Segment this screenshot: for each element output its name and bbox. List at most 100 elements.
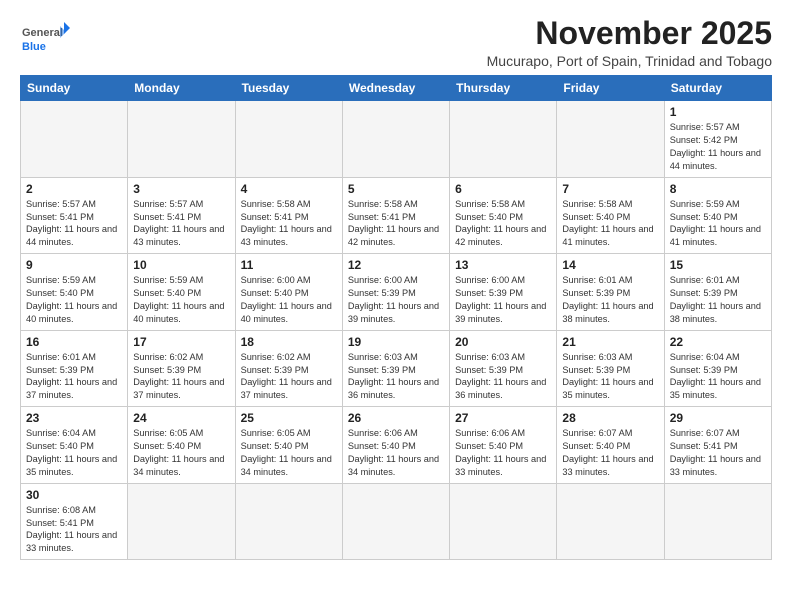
calendar-cell: 22 Sunrise: 6:04 AMSunset: 5:39 PMDayligh… bbox=[664, 330, 771, 407]
day-number: 24 bbox=[133, 411, 229, 425]
calendar-cell bbox=[342, 101, 449, 178]
calendar-cell: 17 Sunrise: 6:02 AMSunset: 5:39 PMDayligh… bbox=[128, 330, 235, 407]
day-info: Sunrise: 6:07 AMSunset: 5:40 PMDaylight:… bbox=[562, 427, 658, 479]
calendar-cell: 15 Sunrise: 6:01 AMSunset: 5:39 PMDayligh… bbox=[664, 254, 771, 331]
day-number: 14 bbox=[562, 258, 658, 272]
calendar-week-row: 2 Sunrise: 5:57 AMSunset: 5:41 PMDaylight… bbox=[21, 177, 772, 254]
day-number: 29 bbox=[670, 411, 766, 425]
day-number: 20 bbox=[455, 335, 551, 349]
day-number: 6 bbox=[455, 182, 551, 196]
calendar-cell: 11 Sunrise: 6:00 AMSunset: 5:40 PMDayligh… bbox=[235, 254, 342, 331]
day-info: Sunrise: 5:57 AMSunset: 5:41 PMDaylight:… bbox=[26, 198, 122, 250]
day-number: 13 bbox=[455, 258, 551, 272]
calendar-cell: 14 Sunrise: 6:01 AMSunset: 5:39 PMDayligh… bbox=[557, 254, 664, 331]
day-number: 11 bbox=[241, 258, 337, 272]
day-info: Sunrise: 6:03 AMSunset: 5:39 PMDaylight:… bbox=[348, 351, 444, 403]
logo: General Blue bbox=[20, 20, 70, 60]
calendar-cell bbox=[664, 483, 771, 560]
calendar-cell: 12 Sunrise: 6:00 AMSunset: 5:39 PMDayligh… bbox=[342, 254, 449, 331]
day-info: Sunrise: 6:02 AMSunset: 5:39 PMDaylight:… bbox=[133, 351, 229, 403]
day-info: Sunrise: 5:58 AMSunset: 5:41 PMDaylight:… bbox=[241, 198, 337, 250]
calendar-cell bbox=[235, 483, 342, 560]
calendar-cell bbox=[128, 483, 235, 560]
month-title: November 2025 bbox=[487, 16, 772, 51]
calendar-cell bbox=[557, 483, 664, 560]
calendar-table: SundayMondayTuesdayWednesdayThursdayFrid… bbox=[20, 75, 772, 560]
day-info: Sunrise: 5:59 AMSunset: 5:40 PMDaylight:… bbox=[133, 274, 229, 326]
calendar-cell: 6 Sunrise: 5:58 AMSunset: 5:40 PMDaylight… bbox=[450, 177, 557, 254]
day-number: 19 bbox=[348, 335, 444, 349]
day-number: 28 bbox=[562, 411, 658, 425]
day-info: Sunrise: 6:05 AMSunset: 5:40 PMDaylight:… bbox=[241, 427, 337, 479]
day-number: 30 bbox=[26, 488, 122, 502]
page-header: General Blue November 2025 Mucurapo, Por… bbox=[20, 16, 772, 69]
calendar-week-row: 30Sunrise: 6:08 AMSunset: 5:41 PMDayligh… bbox=[21, 483, 772, 560]
day-info: Sunrise: 6:06 AMSunset: 5:40 PMDaylight:… bbox=[455, 427, 551, 479]
weekday-header-sunday: Sunday bbox=[21, 76, 128, 101]
calendar-cell: 24Sunrise: 6:05 AMSunset: 5:40 PMDayligh… bbox=[128, 407, 235, 484]
day-info: Sunrise: 6:00 AMSunset: 5:39 PMDaylight:… bbox=[348, 274, 444, 326]
day-info: Sunrise: 6:04 AMSunset: 5:40 PMDaylight:… bbox=[26, 427, 122, 479]
day-number: 10 bbox=[133, 258, 229, 272]
calendar-cell: 27 Sunrise: 6:06 AMSunset: 5:40 PMDayligh… bbox=[450, 407, 557, 484]
day-number: 23 bbox=[26, 411, 122, 425]
day-info: Sunrise: 5:58 AMSunset: 5:40 PMDaylight:… bbox=[562, 198, 658, 250]
day-info: Sunrise: 6:01 AMSunset: 5:39 PMDaylight:… bbox=[562, 274, 658, 326]
calendar-cell: 16 Sunrise: 6:01 AMSunset: 5:39 PMDayligh… bbox=[21, 330, 128, 407]
location-subtitle: Mucurapo, Port of Spain, Trinidad and To… bbox=[487, 53, 772, 69]
calendar-cell: 5 Sunrise: 5:58 AMSunset: 5:41 PMDaylight… bbox=[342, 177, 449, 254]
day-number: 5 bbox=[348, 182, 444, 196]
day-number: 15 bbox=[670, 258, 766, 272]
day-info: Sunrise: 5:58 AMSunset: 5:41 PMDaylight:… bbox=[348, 198, 444, 250]
logo-svg: General Blue bbox=[20, 20, 70, 60]
day-info: Sunrise: 5:57 AMSunset: 5:41 PMDaylight:… bbox=[133, 198, 229, 250]
calendar-cell: 30Sunrise: 6:08 AMSunset: 5:41 PMDayligh… bbox=[21, 483, 128, 560]
calendar-cell: 2 Sunrise: 5:57 AMSunset: 5:41 PMDaylight… bbox=[21, 177, 128, 254]
day-info: Sunrise: 6:01 AMSunset: 5:39 PMDaylight:… bbox=[670, 274, 766, 326]
weekday-header-saturday: Saturday bbox=[664, 76, 771, 101]
day-number: 12 bbox=[348, 258, 444, 272]
day-number: 4 bbox=[241, 182, 337, 196]
day-number: 25 bbox=[241, 411, 337, 425]
day-number: 26 bbox=[348, 411, 444, 425]
day-info: Sunrise: 6:02 AMSunset: 5:39 PMDaylight:… bbox=[241, 351, 337, 403]
day-number: 2 bbox=[26, 182, 122, 196]
day-info: Sunrise: 6:07 AMSunset: 5:41 PMDaylight:… bbox=[670, 427, 766, 479]
day-info: Sunrise: 6:04 AMSunset: 5:39 PMDaylight:… bbox=[670, 351, 766, 403]
calendar-cell bbox=[128, 101, 235, 178]
day-info: Sunrise: 6:01 AMSunset: 5:39 PMDaylight:… bbox=[26, 351, 122, 403]
calendar-cell bbox=[450, 101, 557, 178]
day-number: 27 bbox=[455, 411, 551, 425]
calendar-week-row: 9 Sunrise: 5:59 AMSunset: 5:40 PMDaylight… bbox=[21, 254, 772, 331]
day-info: Sunrise: 5:59 AMSunset: 5:40 PMDaylight:… bbox=[670, 198, 766, 250]
day-info: Sunrise: 6:03 AMSunset: 5:39 PMDaylight:… bbox=[562, 351, 658, 403]
weekday-header-thursday: Thursday bbox=[450, 76, 557, 101]
calendar-cell: 13 Sunrise: 6:00 AMSunset: 5:39 PMDayligh… bbox=[450, 254, 557, 331]
day-info: Sunrise: 6:03 AMSunset: 5:39 PMDaylight:… bbox=[455, 351, 551, 403]
day-number: 17 bbox=[133, 335, 229, 349]
weekday-header-friday: Friday bbox=[557, 76, 664, 101]
day-number: 21 bbox=[562, 335, 658, 349]
calendar-cell: 21 Sunrise: 6:03 AMSunset: 5:39 PMDayligh… bbox=[557, 330, 664, 407]
calendar-week-row: 1Sunrise: 5:57 AMSunset: 5:42 PMDaylight… bbox=[21, 101, 772, 178]
day-number: 22 bbox=[670, 335, 766, 349]
calendar-cell bbox=[557, 101, 664, 178]
title-area: November 2025 Mucurapo, Port of Spain, T… bbox=[487, 16, 772, 69]
day-number: 1 bbox=[670, 105, 766, 119]
weekday-header-monday: Monday bbox=[128, 76, 235, 101]
calendar-cell: 19 Sunrise: 6:03 AMSunset: 5:39 PMDayligh… bbox=[342, 330, 449, 407]
calendar-week-row: 16 Sunrise: 6:01 AMSunset: 5:39 PMDayligh… bbox=[21, 330, 772, 407]
calendar-cell bbox=[235, 101, 342, 178]
calendar-cell: 1Sunrise: 5:57 AMSunset: 5:42 PMDaylight… bbox=[664, 101, 771, 178]
day-info: Sunrise: 5:58 AMSunset: 5:40 PMDaylight:… bbox=[455, 198, 551, 250]
weekday-header-wednesday: Wednesday bbox=[342, 76, 449, 101]
day-number: 16 bbox=[26, 335, 122, 349]
calendar-cell bbox=[342, 483, 449, 560]
calendar-cell: 20 Sunrise: 6:03 AMSunset: 5:39 PMDayligh… bbox=[450, 330, 557, 407]
day-info: Sunrise: 6:06 AMSunset: 5:40 PMDaylight:… bbox=[348, 427, 444, 479]
day-info: Sunrise: 6:00 AMSunset: 5:40 PMDaylight:… bbox=[241, 274, 337, 326]
calendar-cell: 8 Sunrise: 5:59 AMSunset: 5:40 PMDaylight… bbox=[664, 177, 771, 254]
day-info: Sunrise: 6:00 AMSunset: 5:39 PMDaylight:… bbox=[455, 274, 551, 326]
day-number: 8 bbox=[670, 182, 766, 196]
day-number: 9 bbox=[26, 258, 122, 272]
